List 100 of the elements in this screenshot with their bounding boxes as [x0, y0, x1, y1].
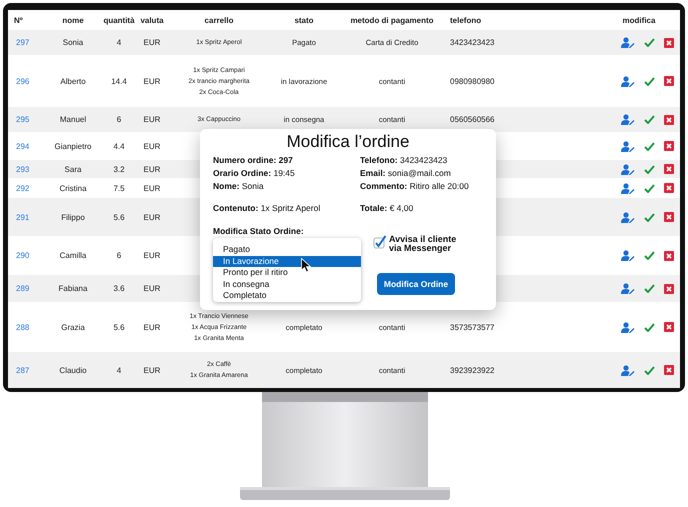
- user-edit-icon[interactable]: [620, 182, 634, 194]
- user-edit-icon[interactable]: [620, 322, 634, 332]
- check-icon[interactable]: [644, 284, 654, 293]
- delete-icon[interactable]: [664, 322, 674, 332]
- order-number-link[interactable]: 295: [16, 115, 30, 124]
- table-cell: EUR: [144, 38, 160, 47]
- table-cell: Manuel: [60, 115, 86, 124]
- table-cell: 7.5: [113, 184, 125, 192]
- user-edit-icon[interactable]: [620, 164, 634, 174]
- order-number-link[interactable]: 287: [16, 366, 30, 374]
- check-icon[interactable]: [644, 164, 654, 174]
- check-icon[interactable]: [644, 322, 654, 332]
- order-detail: Telefono: 3423423423: [360, 155, 448, 165]
- order-number-link[interactable]: 297: [16, 38, 30, 47]
- order-detail: Orario Ordine: 19:45: [213, 168, 296, 178]
- table-cell: EUR: [144, 251, 160, 260]
- checkbox-label: Avvisa il cliente via Messenger: [389, 235, 456, 253]
- delete-icon[interactable]: [664, 183, 674, 193]
- delete-icon[interactable]: [664, 114, 674, 124]
- table-cell: Grazia: [61, 322, 85, 332]
- table-cell: 3923923922: [450, 366, 494, 374]
- table-cell: 0980980980: [450, 76, 494, 86]
- check-icon[interactable]: [644, 142, 654, 150]
- delete-icon[interactable]: [664, 284, 674, 294]
- column-header: quantità: [102, 16, 136, 24]
- checkbox[interactable]: [373, 235, 387, 249]
- table-cell: EUR: [144, 164, 160, 174]
- table-cell: Gianpietro: [54, 142, 92, 150]
- order-detail: Numero ordine: 297: [213, 155, 294, 165]
- order-number-link[interactable]: 291: [16, 212, 30, 222]
- table-cell: Alberto: [60, 76, 86, 86]
- column-header: nome: [61, 16, 85, 24]
- column-header: carrello: [204, 16, 234, 24]
- status-option[interactable]: Pagato: [213, 244, 361, 256]
- status-label: Modifica Stato Ordine:: [213, 226, 304, 236]
- table-cell: 14.4: [111, 76, 127, 86]
- delete-icon[interactable]: [664, 365, 674, 375]
- dialog-title: Modifica l’ordine: [286, 132, 410, 152]
- order-number-link[interactable]: 290: [16, 251, 30, 260]
- mouse-pointer-icon: [301, 258, 312, 273]
- table-cell: 4: [116, 366, 122, 374]
- check-icon[interactable]: [644, 115, 654, 124]
- table-cell: 6: [116, 251, 122, 260]
- table-cell: EUR: [144, 184, 160, 192]
- status-listbox[interactable]: Pagato In Lavorazione Pronto per il ritiro In consegna Completato: [213, 238, 361, 302]
- status-option[interactable]: Completato: [213, 290, 361, 302]
- table-cell: 0560560566: [450, 115, 494, 124]
- table-cell: 5.6: [113, 322, 125, 332]
- column-header: modifica: [622, 16, 656, 24]
- table-cell: 5.6: [113, 212, 125, 222]
- check-icon[interactable]: [644, 38, 654, 47]
- column-header: stato: [293, 16, 315, 24]
- delete-icon[interactable]: [664, 141, 674, 151]
- delete-icon[interactable]: [664, 250, 674, 260]
- user-edit-icon[interactable]: [620, 76, 634, 86]
- table-cell: Sara: [64, 164, 82, 174]
- order-number-link[interactable]: 294: [16, 142, 30, 150]
- table-cell: 6: [116, 115, 122, 124]
- table-cell: EUR: [144, 366, 160, 374]
- table-cell: 3423423423: [450, 38, 494, 47]
- status-option[interactable]: In consegna: [213, 278, 361, 290]
- table-cell: Camilla: [60, 251, 86, 260]
- order-detail: Contenuto: 1x Spritz Aperol: [213, 203, 322, 213]
- table-cell: 3.2: [113, 164, 125, 174]
- user-edit-icon[interactable]: [620, 212, 634, 222]
- order-detail: Nome: Sonia: [213, 181, 265, 191]
- table-cell: 4: [116, 38, 122, 47]
- check-icon[interactable]: [644, 366, 654, 374]
- order-number-link[interactable]: 292: [16, 184, 30, 192]
- order-number-link[interactable]: 293: [16, 164, 30, 174]
- user-edit-icon[interactable]: [620, 140, 634, 152]
- status-option[interactable]: Pronto per il ritiro: [213, 267, 361, 278]
- submit-button[interactable]: Modifica Ordine: [377, 273, 455, 295]
- check-icon[interactable]: [644, 184, 654, 192]
- table-cell: EUR: [144, 76, 160, 86]
- table-cell: EUR: [144, 322, 160, 332]
- user-edit-icon[interactable]: [620, 283, 634, 294]
- order-number-link[interactable]: 288: [16, 322, 30, 332]
- column-header: telefono: [449, 16, 482, 24]
- order-detail: Commento: Ritiro alle 20:00: [360, 181, 470, 191]
- delete-icon[interactable]: [664, 212, 674, 222]
- status-option[interactable]: In Lavorazione: [213, 256, 361, 267]
- user-edit-icon[interactable]: [620, 37, 634, 48]
- user-edit-icon[interactable]: [620, 114, 634, 125]
- delete-icon[interactable]: [664, 76, 674, 86]
- table-cell: Filippo: [61, 212, 85, 222]
- user-edit-icon[interactable]: [620, 250, 634, 261]
- table-cell: Sonia: [62, 38, 84, 47]
- order-number-link[interactable]: 296: [16, 76, 30, 86]
- delete-icon[interactable]: [664, 164, 674, 174]
- check-icon[interactable]: [644, 212, 654, 222]
- table-cell: 3573573577: [450, 322, 494, 332]
- check-icon[interactable]: [644, 76, 654, 86]
- table-cell: EUR: [144, 142, 160, 150]
- order-detail: Totale: € 4,00: [360, 203, 414, 213]
- table-cell: EUR: [144, 212, 160, 222]
- user-edit-icon[interactable]: [620, 364, 634, 376]
- order-number-link[interactable]: 289: [16, 284, 30, 293]
- delete-icon[interactable]: [664, 38, 674, 48]
- check-icon[interactable]: [644, 251, 654, 260]
